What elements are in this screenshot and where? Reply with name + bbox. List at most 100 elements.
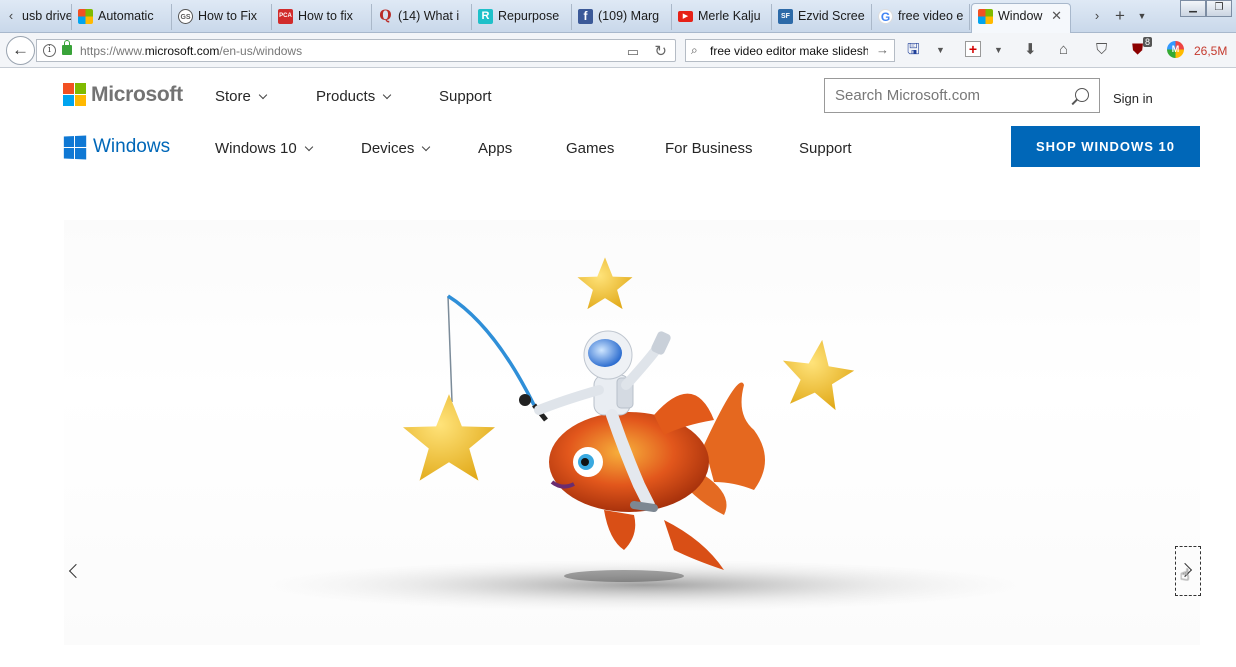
carousel-previous-button[interactable]: [66, 560, 84, 584]
browser-search-box[interactable]: ⌕ free video editor make slideshow →: [685, 39, 895, 62]
browser-tab[interactable]: Automatic: [72, 4, 172, 30]
nav-games[interactable]: Games: [566, 140, 614, 157]
browser-tab[interactable]: SF Ezvid Scree: [772, 4, 872, 30]
browser-navigation-bar: ← i https://www.microsoft.com/en-us/wind…: [0, 33, 1236, 68]
url-domain: microsoft.com: [144, 44, 220, 58]
windows-logo-icon[interactable]: [63, 135, 87, 160]
dropdown-arrow-icon[interactable]: ▼: [994, 41, 1003, 59]
url-path: /en-us/windows: [219, 44, 303, 58]
tab-label: Merle Kalju: [698, 9, 761, 23]
facebook-icon: f: [578, 9, 593, 24]
address-bar[interactable]: i https://www.microsoft.com/en-us/window…: [36, 39, 676, 62]
gear-site-icon: GS: [178, 9, 193, 24]
browser-tab[interactable]: ▶ Merle Kalju: [672, 4, 772, 30]
save-icon[interactable]: 🖫: [907, 41, 920, 59]
search-icon: ⌕: [691, 43, 698, 57]
dropdown-arrow-icon[interactable]: ▼: [936, 41, 945, 59]
chevron-down-icon: [422, 142, 431, 152]
nav-label: Devices: [361, 140, 415, 157]
tab-label: (14) What i: [398, 9, 460, 23]
microsoft-logo-icon[interactable]: [63, 83, 86, 106]
chevron-down-icon: [382, 90, 392, 100]
home-icon[interactable]: ⌂: [1059, 41, 1068, 59]
tab-label: Automatic: [98, 9, 154, 23]
tab-label: Window: [998, 9, 1043, 23]
nav-windows-10[interactable]: Windows 10: [215, 140, 313, 157]
nav-label: Store: [215, 88, 251, 105]
browser-tab[interactable]: R Repurpose: [472, 4, 572, 30]
sign-in-link[interactable]: Sign in: [1113, 91, 1153, 106]
nav-windows-support[interactable]: Support: [799, 140, 852, 157]
addon-cross-icon[interactable]: +: [965, 41, 981, 57]
tab-label: usb drive: [22, 9, 72, 23]
download-icon[interactable]: ⬇: [1024, 41, 1037, 59]
ublock-count-badge: 8: [1143, 37, 1153, 47]
browser-tab[interactable]: Q (14) What i: [372, 4, 472, 30]
browser-tab[interactable]: GS How to Fix: [172, 4, 272, 30]
new-tab-icon[interactable]: +: [1113, 6, 1127, 26]
fishing-line: [447, 295, 453, 403]
fish-tail: [704, 382, 765, 490]
nav-label: Products: [316, 88, 376, 105]
lock-icon: [62, 40, 72, 55]
site-search-box: [824, 78, 1100, 113]
url-prefix: https://www.: [80, 44, 145, 58]
browser-search-query[interactable]: free video editor make slideshow: [710, 44, 868, 58]
chevron-down-icon: [304, 142, 313, 152]
shop-windows-10-button[interactable]: SHOP WINDOWS 10: [1011, 126, 1200, 167]
google-icon: G: [878, 9, 893, 24]
url-text[interactable]: https://www.microsoft.com/en-us/windows: [80, 44, 302, 58]
tab-label: Repurpose: [498, 9, 560, 23]
sf-icon: SF: [778, 9, 793, 24]
chevron-down-icon: [258, 90, 268, 100]
memory-monitor-icon[interactable]: M: [1167, 41, 1184, 58]
microsoft-wordmark[interactable]: Microsoft: [91, 83, 183, 107]
quora-icon: Q: [379, 8, 392, 24]
nav-support[interactable]: Support: [439, 88, 492, 105]
pointer-hand-cursor-icon: ☝: [1180, 567, 1190, 584]
nav-devices[interactable]: Devices: [361, 140, 431, 157]
browser-tab[interactable]: G free video e: [872, 4, 970, 30]
hero-carousel: [64, 220, 1200, 645]
hero-illustration[interactable]: [64, 220, 1200, 645]
memory-usage-text: 26,5M: [1194, 44, 1228, 58]
nav-store[interactable]: Store: [215, 88, 268, 105]
star-icon: [403, 394, 495, 481]
browser-tab[interactable]: usb drive: [0, 4, 72, 30]
nav-for-business[interactable]: For Business: [665, 140, 753, 157]
site-header: Microsoft Store Products Support Sign in: [0, 69, 1236, 119]
info-icon[interactable]: i: [43, 44, 56, 57]
nav-products[interactable]: Products: [316, 88, 392, 105]
reload-icon[interactable]: ↻: [654, 42, 667, 60]
tab-label: How to fix: [298, 9, 353, 23]
nav-label: Support: [439, 88, 492, 105]
fishing-rod: [447, 294, 536, 406]
youtube-icon: ▶: [678, 11, 693, 22]
close-tab-icon[interactable]: ✕: [1051, 4, 1062, 28]
browser-tab[interactable]: PCA How to fix: [272, 4, 372, 30]
site-search-input[interactable]: [835, 87, 1055, 104]
ublock-icon[interactable]: ⛊: [1132, 41, 1143, 59]
search-icon[interactable]: [1075, 88, 1089, 102]
nav-label: For Business: [665, 140, 753, 157]
microsoft-icon: [978, 9, 993, 24]
windows-subnav: Windows Windows 10 Devices Apps Games Fo…: [0, 119, 1236, 175]
reader-view-icon[interactable]: ▭: [627, 44, 639, 60]
ground-shadow: [264, 559, 1024, 611]
restore-icon[interactable]: ❐: [1206, 0, 1232, 17]
nav-label: Apps: [478, 140, 513, 157]
browser-tab-active[interactable]: Window ✕: [971, 3, 1071, 34]
search-go-icon[interactable]: →: [876, 42, 889, 57]
minimize-icon[interactable]: ▁: [1180, 0, 1206, 17]
windows-wordmark[interactable]: Windows: [93, 136, 170, 158]
back-button[interactable]: ←: [6, 36, 35, 65]
nav-apps[interactable]: Apps: [478, 140, 512, 157]
pocket-icon[interactable]: ⛉: [1096, 41, 1107, 59]
browser-tab[interactable]: f (109) Marg: [572, 4, 672, 30]
tab-list-icon[interactable]: ▼: [1135, 6, 1149, 26]
tab-label: free video e: [898, 9, 964, 23]
pca-icon: PCA: [278, 9, 293, 24]
microsoft-icon: [78, 9, 93, 24]
nav-label: Games: [566, 140, 615, 157]
tab-scroll-right-icon[interactable]: ›: [1090, 6, 1104, 26]
